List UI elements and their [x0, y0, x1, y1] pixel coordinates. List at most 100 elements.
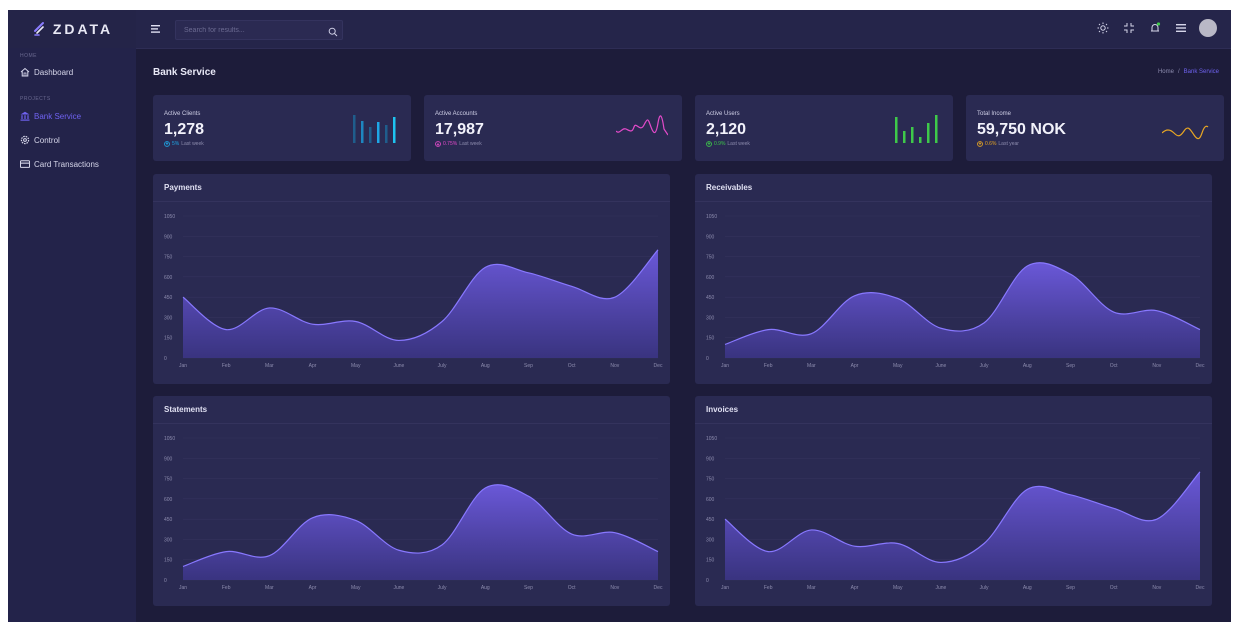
data-point[interactable] — [852, 543, 858, 549]
data-point[interactable] — [612, 530, 618, 536]
y-tick-label: 150 — [706, 336, 715, 342]
x-tick-label: Dec — [1196, 363, 1205, 369]
y-tick-label: 450 — [706, 517, 715, 523]
x-tick-label: Aug — [1023, 363, 1032, 369]
data-point[interactable] — [353, 517, 359, 523]
data-point[interactable] — [1154, 516, 1160, 522]
data-point[interactable] — [1197, 327, 1203, 333]
data-point[interactable] — [310, 515, 316, 521]
data-point[interactable] — [895, 295, 901, 301]
bell-icon[interactable] — [1147, 20, 1163, 36]
app-frame: ZDATA Search for results... HOME Dashboa… — [8, 10, 1231, 622]
y-tick-label: 600 — [706, 497, 715, 503]
y-tick-label: 750 — [706, 255, 715, 261]
y-tick-label: 900 — [164, 456, 173, 462]
brand-logo[interactable]: ZDATA — [8, 10, 136, 48]
data-point[interactable] — [1154, 308, 1160, 314]
x-tick-label: June — [935, 363, 946, 369]
y-tick-label: 1050 — [164, 436, 175, 442]
data-point[interactable] — [808, 331, 814, 337]
y-tick-label: 300 — [706, 315, 715, 321]
data-point[interactable] — [765, 549, 771, 555]
sidebar-item-bank-service[interactable]: Bank Service — [8, 108, 136, 124]
data-point[interactable] — [482, 264, 488, 270]
data-point[interactable] — [722, 516, 728, 522]
data-point[interactable] — [569, 283, 575, 289]
data-point[interactable] — [655, 549, 661, 555]
data-point[interactable] — [482, 485, 488, 491]
list-icon[interactable] — [1173, 20, 1189, 36]
x-tick-label: Mar — [265, 585, 274, 591]
data-point[interactable] — [439, 318, 445, 324]
data-point[interactable] — [266, 553, 272, 559]
x-tick-label: May — [351, 585, 361, 591]
x-tick-label: Apr — [851, 363, 859, 369]
data-point[interactable] — [1111, 505, 1117, 511]
data-point[interactable] — [655, 247, 661, 253]
data-point[interactable] — [852, 293, 858, 299]
data-point[interactable] — [266, 305, 272, 311]
data-point[interactable] — [808, 527, 814, 533]
data-point[interactable] — [180, 294, 186, 300]
y-tick-label: 750 — [164, 477, 173, 483]
data-point[interactable] — [938, 325, 944, 331]
sidebar-item-card-transactions[interactable]: Card Transactions — [8, 156, 136, 172]
data-point[interactable] — [722, 341, 728, 347]
sparkline-bars-green — [895, 115, 938, 143]
chart-title: Receivables — [706, 183, 753, 192]
breadcrumb-home-link[interactable]: Home — [1158, 69, 1174, 75]
stat-change-period: Last year — [998, 141, 1019, 147]
sun-icon[interactable] — [1095, 20, 1111, 36]
y-tick-label: 1050 — [164, 214, 175, 220]
x-tick-label: Mar — [807, 363, 816, 369]
x-tick-label: Nov — [1152, 363, 1161, 369]
data-point[interactable] — [180, 563, 186, 569]
data-point[interactable] — [396, 547, 402, 553]
search-icon[interactable] — [328, 24, 338, 42]
fullscreen-icon[interactable] — [1121, 20, 1137, 36]
stat-change-period: Last week — [459, 141, 482, 147]
data-point[interactable] — [525, 270, 531, 276]
x-tick-label: Jan — [179, 363, 187, 369]
data-point[interactable] — [569, 531, 575, 537]
breadcrumb-current: Bank Service — [1183, 69, 1219, 75]
breadcrumb: Home / Bank Service — [1158, 69, 1219, 75]
data-point[interactable] — [981, 320, 987, 326]
avatar[interactable] — [1199, 19, 1217, 37]
sidebar-item-control[interactable]: Control — [8, 132, 136, 148]
data-point[interactable] — [1024, 263, 1030, 269]
x-tick-label: Apr — [309, 585, 317, 591]
data-point[interactable] — [223, 549, 229, 555]
data-point[interactable] — [895, 540, 901, 546]
sparkline-line-pink — [616, 115, 668, 136]
sidebar-item-dashboard[interactable]: Dashboard — [8, 64, 136, 80]
data-point[interactable] — [223, 327, 229, 333]
data-point[interactable] — [1111, 309, 1117, 315]
x-tick-label: May — [351, 363, 361, 369]
y-tick-label: 450 — [706, 295, 715, 301]
data-point[interactable] — [310, 321, 316, 327]
data-point[interactable] — [981, 540, 987, 546]
sidebar-section-projects: PROJECTS — [20, 96, 51, 102]
data-point[interactable] — [938, 559, 944, 565]
y-tick-label: 450 — [164, 295, 173, 301]
y-tick-label: 900 — [164, 234, 173, 240]
data-point[interactable] — [612, 294, 618, 300]
data-point[interactable] — [353, 318, 359, 324]
area-fill — [725, 471, 1200, 580]
search-input[interactable] — [176, 21, 324, 39]
data-point[interactable] — [439, 542, 445, 548]
page-title: Bank Service — [153, 67, 216, 78]
menu-toggle-button[interactable] — [148, 21, 164, 37]
data-point[interactable] — [1024, 486, 1030, 492]
data-point[interactable] — [765, 327, 771, 333]
stat-change: 0.9% Last week — [706, 141, 750, 147]
data-point[interactable] — [525, 493, 531, 499]
data-point[interactable] — [1067, 271, 1073, 277]
data-point[interactable] — [1197, 469, 1203, 475]
chart-card-payments: Payments 0 150 300 450 600 750 900 1050 Jan Feb Ma… — [153, 174, 670, 384]
data-point[interactable] — [396, 337, 402, 343]
data-point[interactable] — [1067, 492, 1073, 498]
x-tick-label: Dec — [1196, 585, 1205, 591]
chart-card-invoices: Invoices 0 150 300 450 600 750 900 1050 Jan Feb Ma… — [695, 396, 1212, 606]
